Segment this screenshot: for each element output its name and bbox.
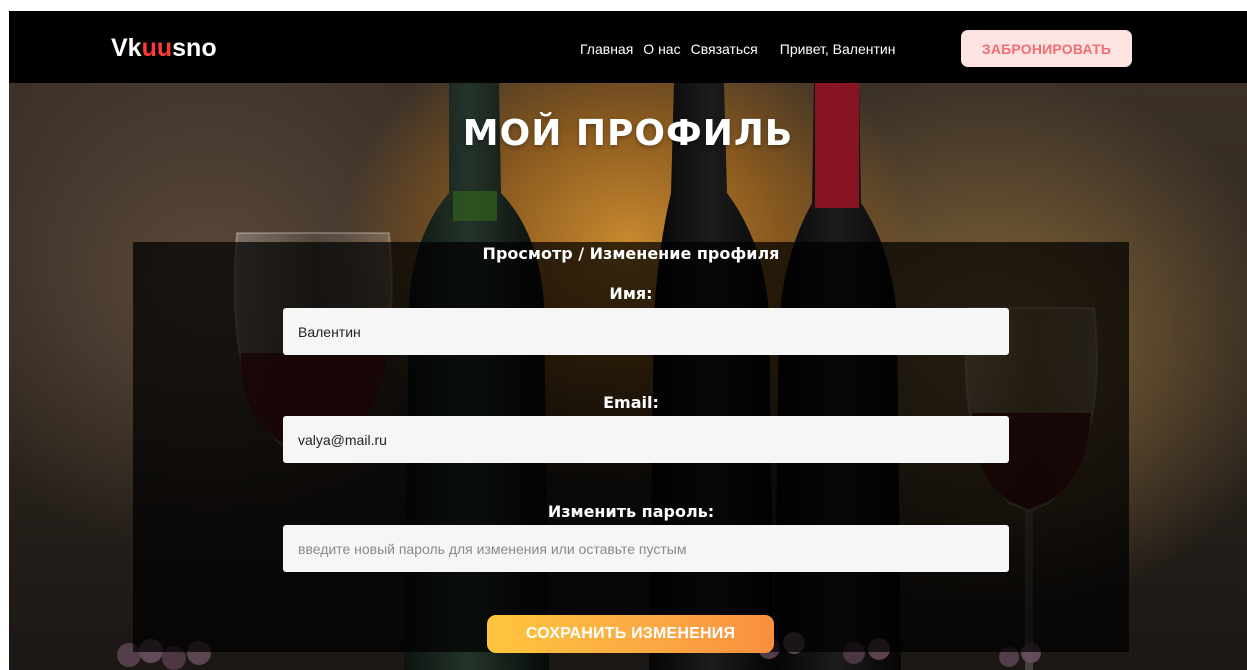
password-label: Изменить пароль:	[547, 502, 715, 521]
save-changes-button[interactable]: СОХРАНИТЬ ИЗМЕНЕНИЯ	[487, 615, 774, 653]
brand-logo[interactable]: Vkuusno	[111, 34, 217, 63]
name-input[interactable]	[283, 308, 1009, 355]
name-label: Имя:	[609, 284, 653, 303]
nav-link-contact[interactable]: Связаться	[691, 41, 758, 57]
profile-form-panel: Просмотр / Изменение профиля Имя: Email:…	[133, 242, 1129, 652]
profile-form-heading: Просмотр / Изменение профиля	[482, 244, 780, 263]
logo-text-suffix: sno	[172, 34, 217, 62]
new-password-input[interactable]	[283, 525, 1009, 572]
book-table-button[interactable]: ЗАБРОНИРОВАТЬ	[961, 30, 1132, 67]
nav-link-home[interactable]: Главная	[580, 41, 633, 57]
logo-text-prefix: Vk	[111, 34, 142, 62]
app-window: Vkuusno Главная О нас Связаться Привет, …	[9, 11, 1247, 670]
logo-text-accent: uu	[141, 34, 173, 62]
page-title: МОЙ ПРОФИЛЬ	[462, 113, 794, 154]
nav-user-greeting[interactable]: Привет, Валентин	[780, 41, 896, 57]
nav-links: Главная О нас Связаться Привет, Валентин	[580, 41, 895, 57]
top-navbar: Vkuusno Главная О нас Связаться Привет, …	[9, 11, 1247, 83]
nav-link-about[interactable]: О нас	[643, 41, 680, 57]
email-label: Email:	[603, 393, 659, 412]
email-input[interactable]	[283, 416, 1009, 463]
